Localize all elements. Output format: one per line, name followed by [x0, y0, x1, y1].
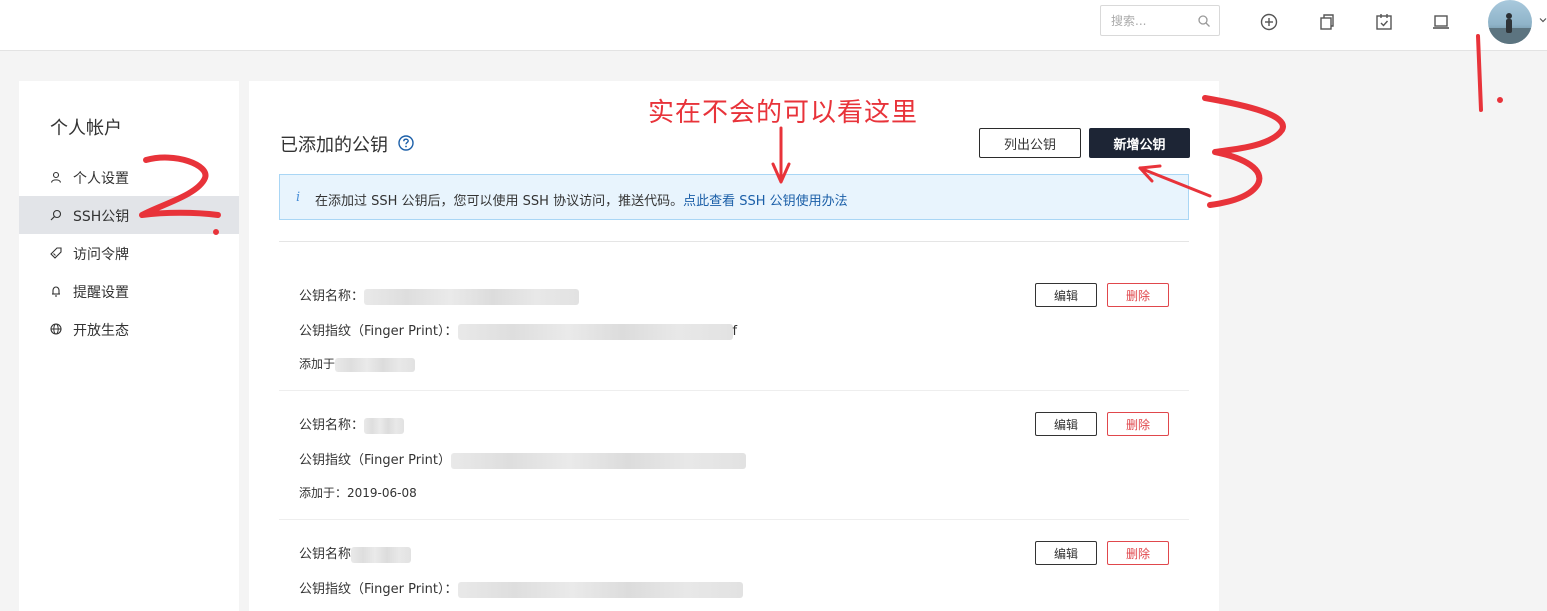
- avatar[interactable]: [1488, 0, 1532, 44]
- bell-icon: [52, 286, 60, 297]
- edit-button[interactable]: 编辑: [1035, 412, 1097, 436]
- annotation-dot: [1497, 97, 1503, 103]
- fingerprint-label: 公钥指纹（Finger Print）: [299, 453, 452, 468]
- divider: [279, 241, 1189, 242]
- edit-button[interactable]: 编辑: [1035, 283, 1097, 307]
- sidebar-item-open-ecosystem[interactable]: 开放生态: [19, 310, 239, 348]
- edit-button[interactable]: 编辑: [1035, 541, 1097, 565]
- add-key-button[interactable]: 新增公钥: [1089, 128, 1190, 158]
- notice-text: 在添加过 SSH 公钥后，您可以使用 SSH 协议访问，推送代码。: [315, 194, 684, 209]
- sidebar-item-label: SSH公钥: [73, 209, 130, 225]
- key-item: 公钥名称： 公钥指纹（Finger Print）： f 添加于 编辑 删除: [279, 271, 1189, 391]
- redacted-value: [451, 452, 747, 469]
- copy-icon[interactable]: [1317, 12, 1337, 32]
- added-label: 添加于: [299, 357, 336, 371]
- page-title: 已添加的公钥: [280, 135, 388, 156]
- sidebar-item-ssh-keys[interactable]: SSH公钥: [19, 196, 239, 234]
- delete-button[interactable]: 删除: [1107, 412, 1169, 436]
- redacted-value: [457, 581, 743, 598]
- search-icon[interactable]: [1197, 14, 1211, 28]
- divider: [279, 519, 1189, 520]
- sidebar-item-profile[interactable]: 个人设置: [19, 158, 239, 196]
- plus-circle-icon[interactable]: [1259, 12, 1279, 32]
- fingerprint-label: 公钥指纹（Finger Print）：: [299, 582, 458, 597]
- delete-button[interactable]: 删除: [1107, 283, 1169, 307]
- redacted-value: [364, 417, 405, 434]
- sidebar-item-label: 提醒设置: [73, 285, 129, 301]
- key-item: 公钥名称： 公钥指纹（Finger Print） 添加于：2019-06-08 …: [279, 400, 1189, 520]
- main-panel: 已添加的公钥 列出公钥 新增公钥 i 在添加过 SSH 公钥后，您可以使用 SS…: [249, 81, 1219, 611]
- info-notice: i 在添加过 SSH 公钥后，您可以使用 SSH 协议访问，推送代码。点此查看 …: [279, 174, 1189, 220]
- redacted-value: [364, 288, 580, 305]
- list-keys-button[interactable]: 列出公钥: [979, 128, 1081, 158]
- key-name-label: 公钥名称: [299, 547, 352, 562]
- calendar-check-icon[interactable]: [1374, 12, 1394, 32]
- ssh-help-link[interactable]: 点此查看 SSH 公钥使用办法: [683, 194, 848, 209]
- globe-icon: [50, 323, 62, 335]
- sidebar: 个人帐户 个人设置 SSH公钥 访问令牌 提醒设置 开放生态: [19, 81, 239, 611]
- key-item: 公钥名称 公钥指纹（Finger Print）： 编辑 删除: [279, 529, 1189, 611]
- search-box[interactable]: [1100, 5, 1220, 36]
- delete-button[interactable]: 删除: [1107, 541, 1169, 565]
- sidebar-item-label: 个人设置: [73, 171, 129, 187]
- sidebar-item-access-tokens[interactable]: 访问令牌: [19, 234, 239, 272]
- annotation-hint-text: 实在不会的可以看这里: [648, 98, 919, 128]
- search-key-icon: [50, 209, 62, 221]
- user-icon: [50, 171, 62, 183]
- sidebar-item-label: 开放生态: [73, 323, 129, 339]
- added-date: 2019-06-08: [347, 486, 417, 500]
- chevron-down-icon[interactable]: [1539, 16, 1547, 24]
- top-bar: [0, 0, 1547, 51]
- redacted-value: [335, 357, 416, 372]
- search-input[interactable]: [1101, 6, 1193, 35]
- fingerprint-label: 公钥指纹（Finger Print）：: [299, 324, 458, 339]
- added-label: 添加于：: [299, 486, 348, 500]
- tag-icon: [50, 247, 62, 259]
- laptop-icon[interactable]: [1431, 12, 1451, 32]
- sidebar-item-notifications[interactable]: 提醒设置: [19, 272, 239, 310]
- fingerprint-tail: f: [732, 324, 738, 339]
- sidebar-item-label: 访问令牌: [73, 247, 129, 263]
- redacted-value: [457, 323, 733, 340]
- key-name-label: 公钥名称：: [299, 289, 365, 304]
- key-name-label: 公钥名称：: [299, 418, 365, 433]
- divider: [279, 390, 1189, 391]
- sidebar-title: 个人帐户: [50, 118, 122, 139]
- redacted-value: [351, 546, 412, 563]
- info-icon: i: [296, 190, 301, 205]
- help-icon[interactable]: [398, 135, 414, 151]
